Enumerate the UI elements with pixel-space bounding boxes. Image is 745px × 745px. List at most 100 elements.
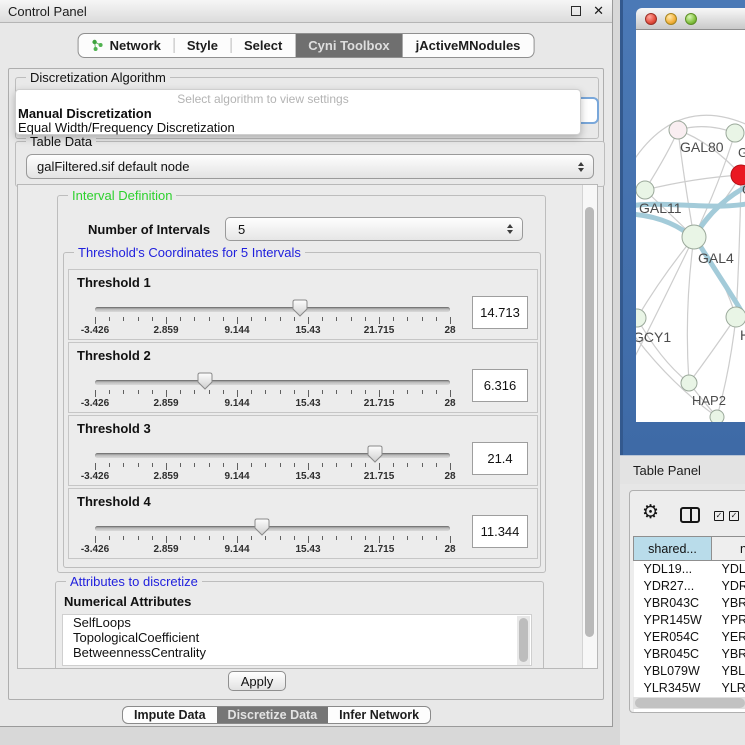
slider-track[interactable] (95, 526, 450, 531)
attribute-item[interactable]: TopologicalCoefficient (63, 630, 531, 645)
slider-track[interactable] (95, 307, 450, 312)
threshold-value-field[interactable]: 6.316 (472, 369, 528, 402)
attributes-scrollbar[interactable] (517, 616, 530, 666)
tick-mark (109, 390, 110, 394)
threshold-box: Threshold 2-3.4262.8599.14415.4321.71528… (68, 342, 538, 413)
network-node-green[interactable] (636, 309, 646, 327)
network-node-green[interactable] (636, 181, 654, 199)
tick-mark (322, 536, 323, 540)
table-row[interactable]: YBR045CYBR0 (634, 646, 745, 663)
table-cell[interactable]: YBL079W (634, 663, 712, 680)
slider-track[interactable] (95, 453, 450, 458)
table-row[interactable]: YBL079WYBL0 (634, 663, 745, 680)
tab-infer-network[interactable]: Infer Network (328, 707, 430, 723)
slider-ticks (95, 536, 450, 544)
table-cell[interactable]: YBR0 (712, 646, 745, 663)
network-edge (736, 175, 741, 317)
node-label: GAL4 (698, 250, 734, 266)
tab-discretize-data[interactable]: Discretize Data (217, 707, 329, 723)
tick-mark (237, 390, 238, 397)
number-of-intervals-spinner[interactable]: 5 (225, 217, 523, 241)
table-cell[interactable]: YDR27... (634, 578, 712, 595)
tick-mark (280, 317, 281, 321)
table-cell[interactable]: YER054C (634, 629, 712, 646)
network-node-green[interactable] (682, 225, 706, 249)
tick-mark (365, 463, 366, 467)
algorithm-option[interactable]: Equal Width/Frequency Discretization (16, 121, 580, 135)
tab-cyni-toolbox[interactable]: Cyni Toolbox (295, 34, 402, 57)
table-cell[interactable]: YBR043C (634, 595, 712, 612)
table-row[interactable]: YPR145WYPR1 (634, 612, 745, 629)
tick-mark (166, 463, 167, 470)
table-row[interactable]: YDR27...YDR2 (634, 578, 745, 595)
float-window-icon[interactable] (571, 6, 581, 16)
tick-mark (450, 317, 451, 324)
tick-mark (308, 390, 309, 397)
algorithm-option[interactable]: Manual Discretization (16, 107, 580, 121)
network-canvas[interactable]: GAL80GACGAL11GAL4GCY1HHAP2 (636, 30, 745, 422)
table-cell[interactable]: YBL0 (712, 663, 745, 680)
threshold-value-field[interactable]: 21.4 (472, 442, 528, 475)
slider-handle[interactable] (197, 372, 213, 390)
attribute-item[interactable]: BetweennessCentrality (63, 645, 531, 660)
table-row[interactable]: YBR043CYBR0 (634, 595, 745, 612)
node-label: GA (738, 145, 745, 160)
tick-mark (166, 390, 167, 397)
slider-handle[interactable] (367, 445, 383, 463)
slider-handle[interactable] (254, 518, 270, 536)
table-horizontal-scrollbar[interactable] (633, 697, 745, 709)
mac-zoom-icon[interactable] (685, 13, 697, 25)
numerical-attributes-label: Numerical Attributes (64, 594, 191, 609)
tab-style[interactable]: Style (174, 34, 231, 57)
network-node-green[interactable] (710, 410, 724, 422)
tab-impute-data[interactable]: Impute Data (123, 707, 217, 723)
tick-mark (379, 317, 380, 324)
threshold-value-field[interactable]: 11.344 (472, 515, 528, 548)
table-cell[interactable]: YBR0 (712, 595, 745, 612)
table-cell[interactable]: YBR045C (634, 646, 712, 663)
table-cell[interactable]: YPR1 (712, 612, 745, 629)
slider-handle[interactable] (292, 299, 308, 317)
column-header[interactable]: na (712, 537, 745, 561)
slider-track[interactable] (95, 380, 450, 385)
number-of-intervals-label: Number of Intervals (88, 222, 210, 237)
mac-close-icon[interactable] (645, 13, 657, 25)
tab-select[interactable]: Select (231, 34, 295, 57)
tab-label: Select (244, 38, 282, 53)
threshold-value-field[interactable]: 14.713 (472, 296, 528, 329)
network-node-green[interactable] (681, 375, 697, 391)
close-icon[interactable]: ✕ (593, 6, 604, 16)
network-node-green[interactable] (726, 307, 745, 327)
tick-mark (336, 463, 337, 467)
tab-jactivemnodules[interactable]: jActiveMNodules (403, 34, 534, 57)
tick-mark (308, 317, 309, 324)
checkbox-icon[interactable]: ✓ (729, 511, 739, 521)
table-row[interactable]: YDL19...YDL1 (634, 561, 745, 578)
table-cell[interactable]: YLR345W (634, 680, 712, 697)
table-cell[interactable]: YDR2 (712, 578, 745, 595)
attribute-item[interactable]: SelfLoops (63, 615, 531, 630)
table-row[interactable]: YLR345WYLR3 (634, 680, 745, 697)
column-header[interactable]: shared... (634, 537, 712, 561)
table-cell[interactable]: YLR3 (712, 680, 745, 697)
table-data-combobox[interactable]: galFiltered.sif default node (26, 154, 594, 179)
numerical-attributes-list[interactable]: SelfLoopsTopologicalCoefficientBetweenne… (62, 614, 532, 666)
network-node-green[interactable] (726, 124, 744, 142)
settings-vertical-scrollbar[interactable] (582, 185, 597, 668)
table-row[interactable]: YER054CYER0 (634, 629, 745, 646)
checkbox-icon[interactable]: ✓ (714, 511, 724, 521)
table-cell[interactable]: YDL19... (634, 561, 712, 578)
table-cell[interactable]: YER0 (712, 629, 745, 646)
tick-mark (138, 463, 139, 467)
threshold-label: Threshold 3 (77, 421, 151, 436)
table-cell[interactable]: YDL1 (712, 561, 745, 578)
network-node-pink[interactable] (669, 121, 687, 139)
apply-button[interactable]: Apply (228, 671, 286, 691)
table-cell[interactable]: YPR145W (634, 612, 712, 629)
tick-mark (138, 390, 139, 394)
split-columns-icon[interactable] (680, 507, 700, 523)
tab-network[interactable]: Network (79, 34, 174, 57)
mac-minimize-icon[interactable] (665, 13, 677, 25)
gear-icon[interactable]: ⚙ (642, 501, 659, 524)
slider-ticks (95, 390, 450, 398)
